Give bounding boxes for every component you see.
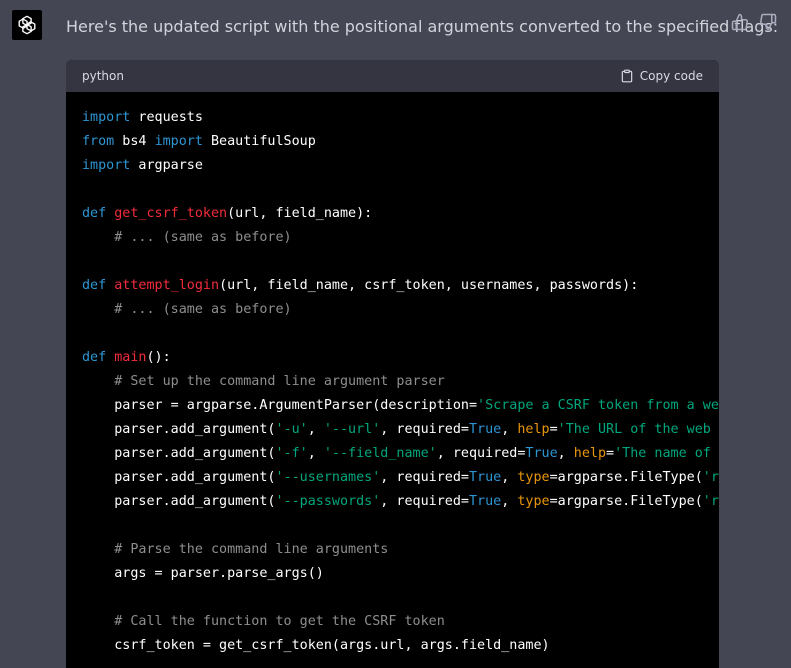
code-line: # Call the function to get the CSRF toke… bbox=[82, 610, 703, 634]
code-token: BeautifulSoup bbox=[202, 134, 316, 149]
code-token: , bbox=[501, 470, 518, 485]
code-token: , required= bbox=[436, 446, 526, 461]
code-token: , bbox=[557, 446, 574, 461]
code-token: # Parse the command line arguments bbox=[82, 542, 389, 557]
code-header: python Copy code bbox=[66, 60, 719, 92]
code-line: def get_csrf_token(url, field_name): bbox=[82, 202, 703, 226]
feedback-buttons bbox=[731, 13, 777, 31]
code-line: parser.add_argument('-f', '--field_name'… bbox=[82, 442, 719, 466]
code-line: parser = argparse.ArgumentParser(descrip… bbox=[82, 394, 719, 418]
code-token: 'r' bbox=[702, 470, 719, 485]
code-token: from bbox=[82, 134, 115, 149]
code-token: type bbox=[517, 470, 550, 485]
openai-logo-icon bbox=[18, 15, 36, 35]
code-token: parser.add_argument( bbox=[82, 446, 276, 461]
chat-message: Here's the updated script with the posit… bbox=[0, 0, 791, 668]
code-line: # ... (same as before) bbox=[82, 226, 703, 250]
code-token: 'r' bbox=[702, 494, 719, 509]
code-token: import bbox=[82, 110, 131, 125]
code-token: parser.add_argument( bbox=[82, 494, 276, 509]
assistant-avatar bbox=[12, 10, 42, 40]
code-line: parser.add_argument('-u', '--url', requi… bbox=[82, 418, 719, 442]
code-content: import requests from bs4 import Beautiful… bbox=[66, 92, 719, 658]
code-token: True bbox=[525, 446, 558, 461]
code-token: '--field_name' bbox=[323, 446, 437, 461]
code-token: type bbox=[517, 494, 550, 509]
code-token: import bbox=[82, 158, 131, 173]
clipboard-icon bbox=[621, 69, 633, 83]
code-token: , required= bbox=[380, 494, 469, 509]
code-token: (url, field_name, csrf_token, usernames,… bbox=[219, 278, 639, 293]
code-token: import bbox=[154, 134, 203, 149]
code-token: True bbox=[468, 470, 502, 485]
copy-code-button[interactable]: Copy code bbox=[620, 69, 703, 83]
code-token: =argparse.FileType( bbox=[549, 470, 703, 485]
code-token: csrf_token = get_csrf_token(args.url, ar… bbox=[82, 638, 550, 653]
code-token: get_csrf_token bbox=[114, 206, 228, 221]
code-token: '--passwords' bbox=[275, 494, 381, 509]
code-token: help bbox=[573, 446, 607, 461]
code-language-label: python bbox=[82, 69, 124, 83]
code-line: import argparse bbox=[82, 154, 703, 178]
code-token: = bbox=[606, 446, 615, 461]
code-token: # ... (same as before) bbox=[82, 230, 292, 245]
code-token: '--usernames' bbox=[275, 470, 381, 485]
code-token: # ... (same as before) bbox=[82, 302, 292, 317]
code-line: from bs4 import BeautifulSoup bbox=[82, 130, 703, 154]
code-token: True bbox=[468, 422, 502, 437]
code-token: , bbox=[501, 494, 518, 509]
code-token: (url, field_name): bbox=[227, 206, 373, 221]
code-line: import requests bbox=[82, 106, 703, 130]
code-token: (): bbox=[146, 350, 171, 365]
code-token: parser.add_argument( bbox=[82, 422, 276, 437]
copy-code-label: Copy code bbox=[639, 69, 703, 83]
code-block: python Copy code import requests from bs4… bbox=[66, 60, 719, 668]
code-token: parser = argparse.ArgumentParser(descrip… bbox=[82, 398, 478, 413]
code-token: args = parser.parse_args() bbox=[82, 566, 324, 581]
code-token: , bbox=[501, 422, 518, 437]
code-line: parser.add_argument('--passwords', requi… bbox=[82, 490, 719, 514]
code-line: def main(): bbox=[82, 346, 703, 370]
code-token: def bbox=[82, 278, 107, 293]
code-token: , bbox=[307, 446, 324, 461]
code-line: # Set up the command line argument parse… bbox=[82, 370, 703, 394]
code-line: csrf_token = get_csrf_token(args.url, ar… bbox=[82, 634, 703, 658]
code-token: # Call the function to get the CSRF toke… bbox=[82, 614, 445, 629]
code-token: def bbox=[82, 350, 107, 365]
code-line: def attempt_login(url, field_name, csrf_… bbox=[82, 274, 703, 298]
code-token: requests bbox=[130, 110, 203, 125]
code-token: , required= bbox=[380, 470, 469, 485]
code-token: , bbox=[307, 422, 324, 437]
thumbs-up-icon[interactable] bbox=[731, 13, 749, 31]
code-token: '--url' bbox=[323, 422, 381, 437]
code-token: '-u' bbox=[275, 422, 308, 437]
code-token: attempt_login bbox=[114, 278, 220, 293]
code-token: =argparse.FileType( bbox=[549, 494, 703, 509]
code-token: = bbox=[549, 422, 558, 437]
code-line: parser.add_argument('--usernames', requi… bbox=[82, 466, 719, 490]
code-token: 'The name of the bbox=[614, 446, 719, 461]
code-line: # ... (same as before) bbox=[82, 298, 703, 322]
code-token: , required= bbox=[380, 422, 469, 437]
code-line: # Parse the command line arguments bbox=[82, 538, 703, 562]
code-token: def bbox=[82, 206, 107, 221]
code-token: 'The URL of the web page bbox=[557, 422, 719, 437]
thumbs-down-icon[interactable] bbox=[759, 13, 777, 31]
code-token: # Set up the command line argument parse… bbox=[82, 374, 445, 389]
code-token: bs4 bbox=[114, 134, 155, 149]
code-line: args = parser.parse_args() bbox=[82, 562, 703, 586]
code-token: True bbox=[468, 494, 502, 509]
code-token: parser.add_argument( bbox=[82, 470, 276, 485]
code-token: help bbox=[517, 422, 550, 437]
code-token: main bbox=[114, 350, 147, 365]
code-token: argparse bbox=[130, 158, 203, 173]
assistant-message-text: Here's the updated script with the posit… bbox=[66, 17, 779, 36]
code-token: '-f' bbox=[275, 446, 308, 461]
code-token: 'Scrape a CSRF token from a web page bbox=[477, 398, 719, 413]
